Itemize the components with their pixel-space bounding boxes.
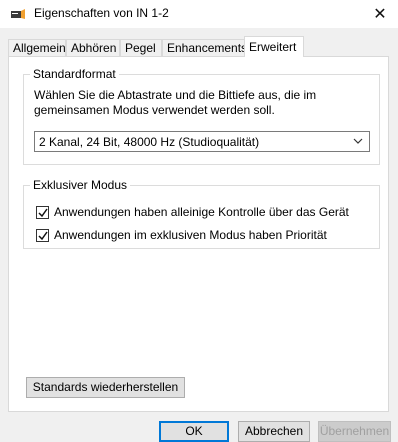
exclusive-control-label: Anwendungen haben alleinige Kontrolle üb…	[54, 205, 349, 219]
format-dropdown-value: 2 Kanal, 24 Bit, 48000 Hz (Studioqualitä…	[39, 135, 260, 149]
exclusive-priority-checkbox[interactable]	[36, 228, 49, 242]
checkmark-icon	[38, 231, 48, 240]
tab-abhoeren[interactable]: Abhören	[66, 39, 120, 56]
apply-button[interactable]: Übernehmen	[318, 421, 391, 442]
description-line-1: Wählen Sie die Abtastrate und die Bittie…	[34, 88, 317, 102]
format-dropdown[interactable]: 2 Kanal, 24 Bit, 48000 Hz (Studioqualitä…	[34, 131, 370, 152]
ok-button[interactable]: OK	[159, 421, 229, 442]
standardformat-legend: Standardformat	[30, 67, 119, 81]
exclusive-control-option[interactable]: Anwendungen haben alleinige Kontrolle üb…	[36, 205, 349, 219]
standardformat-group: Standardformat Wählen Sie die Abtastrate…	[23, 67, 380, 165]
chevron-down-icon	[353, 138, 363, 144]
window-title: Eigenschaften von IN 1-2	[34, 6, 169, 20]
tab-erweitert[interactable]: Erweitert	[244, 36, 304, 57]
tab-pegel[interactable]: Pegel	[120, 39, 162, 56]
exclusive-mode-group: Exklusiver Modus Anwendungen haben allei…	[23, 178, 380, 249]
speaker-icon	[11, 9, 25, 19]
exclusive-mode-legend: Exklusiver Modus	[30, 178, 131, 192]
description-line-2: gemeinsamen Modus verwendet werden soll.	[34, 103, 275, 117]
exclusive-priority-label: Anwendungen im exklusiven Modus haben Pr…	[54, 228, 327, 242]
cancel-button[interactable]: Abbrechen	[238, 421, 310, 442]
restore-defaults-button[interactable]: Standards wiederherstellen	[26, 377, 185, 398]
close-button[interactable]: ✕	[362, 0, 398, 28]
checkmark-icon	[38, 208, 48, 217]
tab-allgemein[interactable]: Allgemein	[8, 39, 66, 56]
exclusive-priority-option[interactable]: Anwendungen im exklusiven Modus haben Pr…	[36, 228, 327, 242]
exclusive-control-checkbox[interactable]	[36, 205, 49, 219]
title-bar: Eigenschaften von IN 1-2 ✕	[0, 0, 398, 28]
tab-panel-erweitert: Standardformat Wählen Sie die Abtastrate…	[8, 56, 389, 412]
close-icon: ✕	[373, 6, 387, 23]
standardformat-description: Wählen Sie die Abtastrate und die Bittie…	[34, 88, 364, 118]
tab-enhancements[interactable]: Enhancements	[162, 39, 247, 56]
